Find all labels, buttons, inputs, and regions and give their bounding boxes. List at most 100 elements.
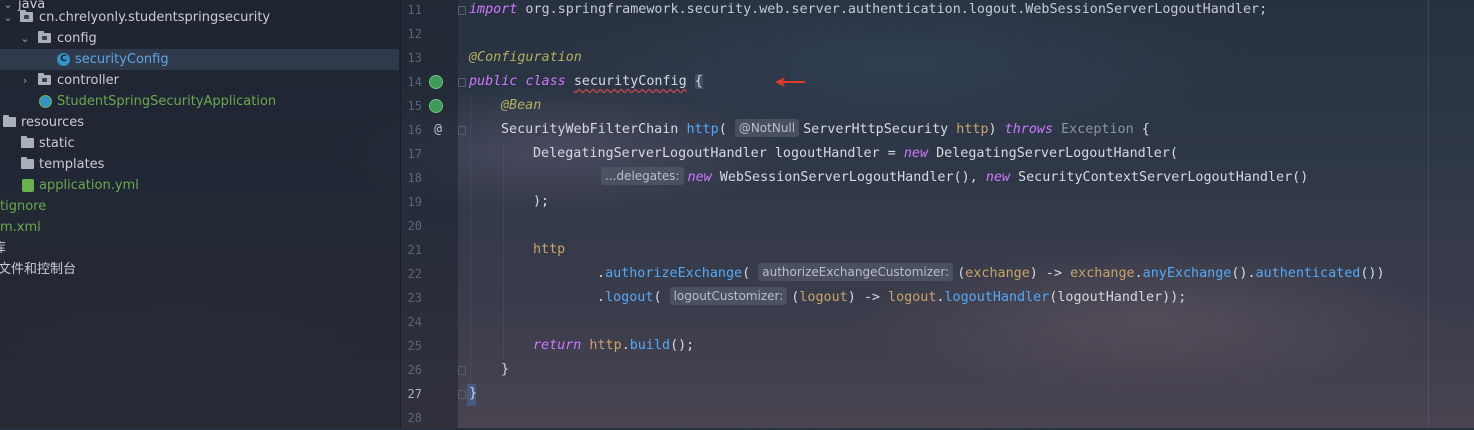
line-number: 17 xyxy=(407,147,422,161)
token: new xyxy=(687,170,712,185)
line-number: 28 xyxy=(407,411,422,425)
line-number: 26 xyxy=(407,363,422,377)
tree-label: resources xyxy=(21,115,85,130)
project-tree-panel: ⌄ java ⌄ cn.chrelyonly.studentspringsecu… xyxy=(0,0,401,428)
token: . xyxy=(1134,266,1143,281)
tree-label: 文件和控制台 xyxy=(0,262,77,277)
token: } xyxy=(469,386,478,401)
token: anyExchange xyxy=(1142,266,1232,281)
code-line-13[interactable]: @Configuration xyxy=(469,46,582,70)
token: ServerHttpSecurity xyxy=(803,122,949,137)
line-number: 23 xyxy=(407,291,422,305)
fold-marker-icon[interactable] xyxy=(458,78,466,87)
spring-bean-icon[interactable] xyxy=(429,75,443,89)
token: SecurityContextServerLogoutHandler() xyxy=(1010,170,1309,185)
tree-row-securityconfig[interactable]: C securityConfig xyxy=(0,49,399,70)
token: Exception xyxy=(1061,122,1134,137)
resources-folder-icon xyxy=(3,115,16,127)
token: DelegatingServerLogoutHandler( xyxy=(928,146,1178,161)
package-folder-icon xyxy=(20,10,33,22)
code-line-17[interactable]: DelegatingServerLogoutHandler logoutHand… xyxy=(533,142,1178,166)
token: @Configuration xyxy=(469,50,582,65)
token: SecurityWebFilterChain xyxy=(501,122,679,137)
token: @Bean xyxy=(501,98,542,113)
line-number: 13 xyxy=(407,51,422,65)
tree-label: controller xyxy=(57,73,120,88)
token: authenticated xyxy=(1255,266,1361,281)
line-number: 15 xyxy=(407,99,422,113)
code-line-19[interactable]: ); xyxy=(533,190,549,214)
token: DelegatingServerLogoutHandler logoutHand… xyxy=(533,146,904,161)
tree-label: cn.chrelyonly.studentspringsecurity xyxy=(39,10,271,25)
token: . xyxy=(597,290,606,305)
inlay-hint: @NotNull xyxy=(734,119,800,137)
code-line-26[interactable]: } xyxy=(501,358,509,382)
token: public xyxy=(469,74,518,89)
package-folder-icon xyxy=(38,73,51,85)
token: ()) xyxy=(1360,266,1385,281)
token: ( xyxy=(718,122,727,137)
spring-bean-link-icon[interactable] xyxy=(429,99,443,113)
fold-marker-icon[interactable] xyxy=(458,126,466,135)
code-line-16[interactable]: SecurityWebFilterChain http ( @NotNull Ser… xyxy=(501,118,1150,142)
token: WebSessionServerLogoutHandler(), xyxy=(711,170,986,185)
token: ) xyxy=(988,122,1005,137)
code-line-18[interactable]: ...delegates: new WebSessionServerLogoutH… xyxy=(601,166,1308,190)
tree-label: m.xml xyxy=(0,220,41,235)
token: } xyxy=(501,362,510,377)
yaml-file-icon xyxy=(22,179,34,192)
line-number: 18 xyxy=(407,171,422,185)
token: import xyxy=(469,2,518,17)
token: authorizeExchange xyxy=(605,266,743,281)
code-line-11[interactable]: import org.springframework.security.web.… xyxy=(469,0,1267,22)
fold-marker-icon[interactable] xyxy=(458,390,466,399)
fold-marker-icon[interactable] xyxy=(458,366,466,375)
token: exchange xyxy=(965,266,1030,281)
tree-label: StudentSpringSecurityApplication xyxy=(57,94,277,109)
line-number: 19 xyxy=(407,195,422,209)
code-line-21[interactable]: http xyxy=(533,238,565,262)
code-line-23[interactable]: .logout( logoutCustomizer: (logout) -> lo… xyxy=(597,286,1186,310)
code-line-15[interactable]: @Bean xyxy=(501,94,541,118)
indent-guide xyxy=(503,142,504,358)
inlay-hint: ...delegates: xyxy=(601,167,684,185)
tree-label: config xyxy=(57,31,97,46)
token: http xyxy=(533,242,566,257)
chevron-down-icon[interactable]: ⌄ xyxy=(19,28,31,49)
package-folder-icon xyxy=(38,31,51,43)
line-number: 14 xyxy=(407,75,422,89)
token: ); xyxy=(533,194,550,209)
token: ( xyxy=(653,290,662,305)
token: securityConfig xyxy=(573,74,687,89)
code-line-22[interactable]: .authorizeExchange( authorizeExchangeCus… xyxy=(597,262,1385,286)
code-line-25[interactable]: return http.build(); xyxy=(533,334,694,358)
token: . xyxy=(621,338,630,353)
right-margin-guide xyxy=(1428,0,1429,428)
tree-label: templates xyxy=(39,157,105,172)
line-number: 11 xyxy=(407,3,422,17)
token: exchange xyxy=(1070,266,1135,281)
line-number: 24 xyxy=(407,315,422,329)
fold-marker-icon[interactable] xyxy=(458,6,466,15)
indent-guide xyxy=(470,94,471,382)
chevron-down-icon[interactable]: ⌄ xyxy=(2,7,14,28)
inlay-hint: logoutCustomizer: xyxy=(669,287,788,305)
token: { xyxy=(694,74,703,89)
token: new xyxy=(985,170,1010,185)
token: logout xyxy=(799,290,848,305)
code-line-14[interactable]: public class securityConfig { xyxy=(469,70,703,94)
line-number: 20 xyxy=(407,219,422,233)
token: { xyxy=(1133,122,1150,137)
at-annotation-icon[interactable]: @ xyxy=(431,123,445,137)
tree-label: tignore xyxy=(0,199,47,214)
chevron-right-icon[interactable]: › xyxy=(19,70,31,91)
code-line-27[interactable]: } xyxy=(469,382,477,406)
line-number: 16 xyxy=(407,123,422,137)
token: http xyxy=(956,122,989,137)
token: ) -> xyxy=(847,290,889,305)
token: (logoutHandler)); xyxy=(1049,290,1187,305)
token: class xyxy=(525,74,566,89)
red-arrow-annotation-icon xyxy=(775,77,805,87)
token: new xyxy=(903,146,929,161)
token: http xyxy=(581,338,622,353)
